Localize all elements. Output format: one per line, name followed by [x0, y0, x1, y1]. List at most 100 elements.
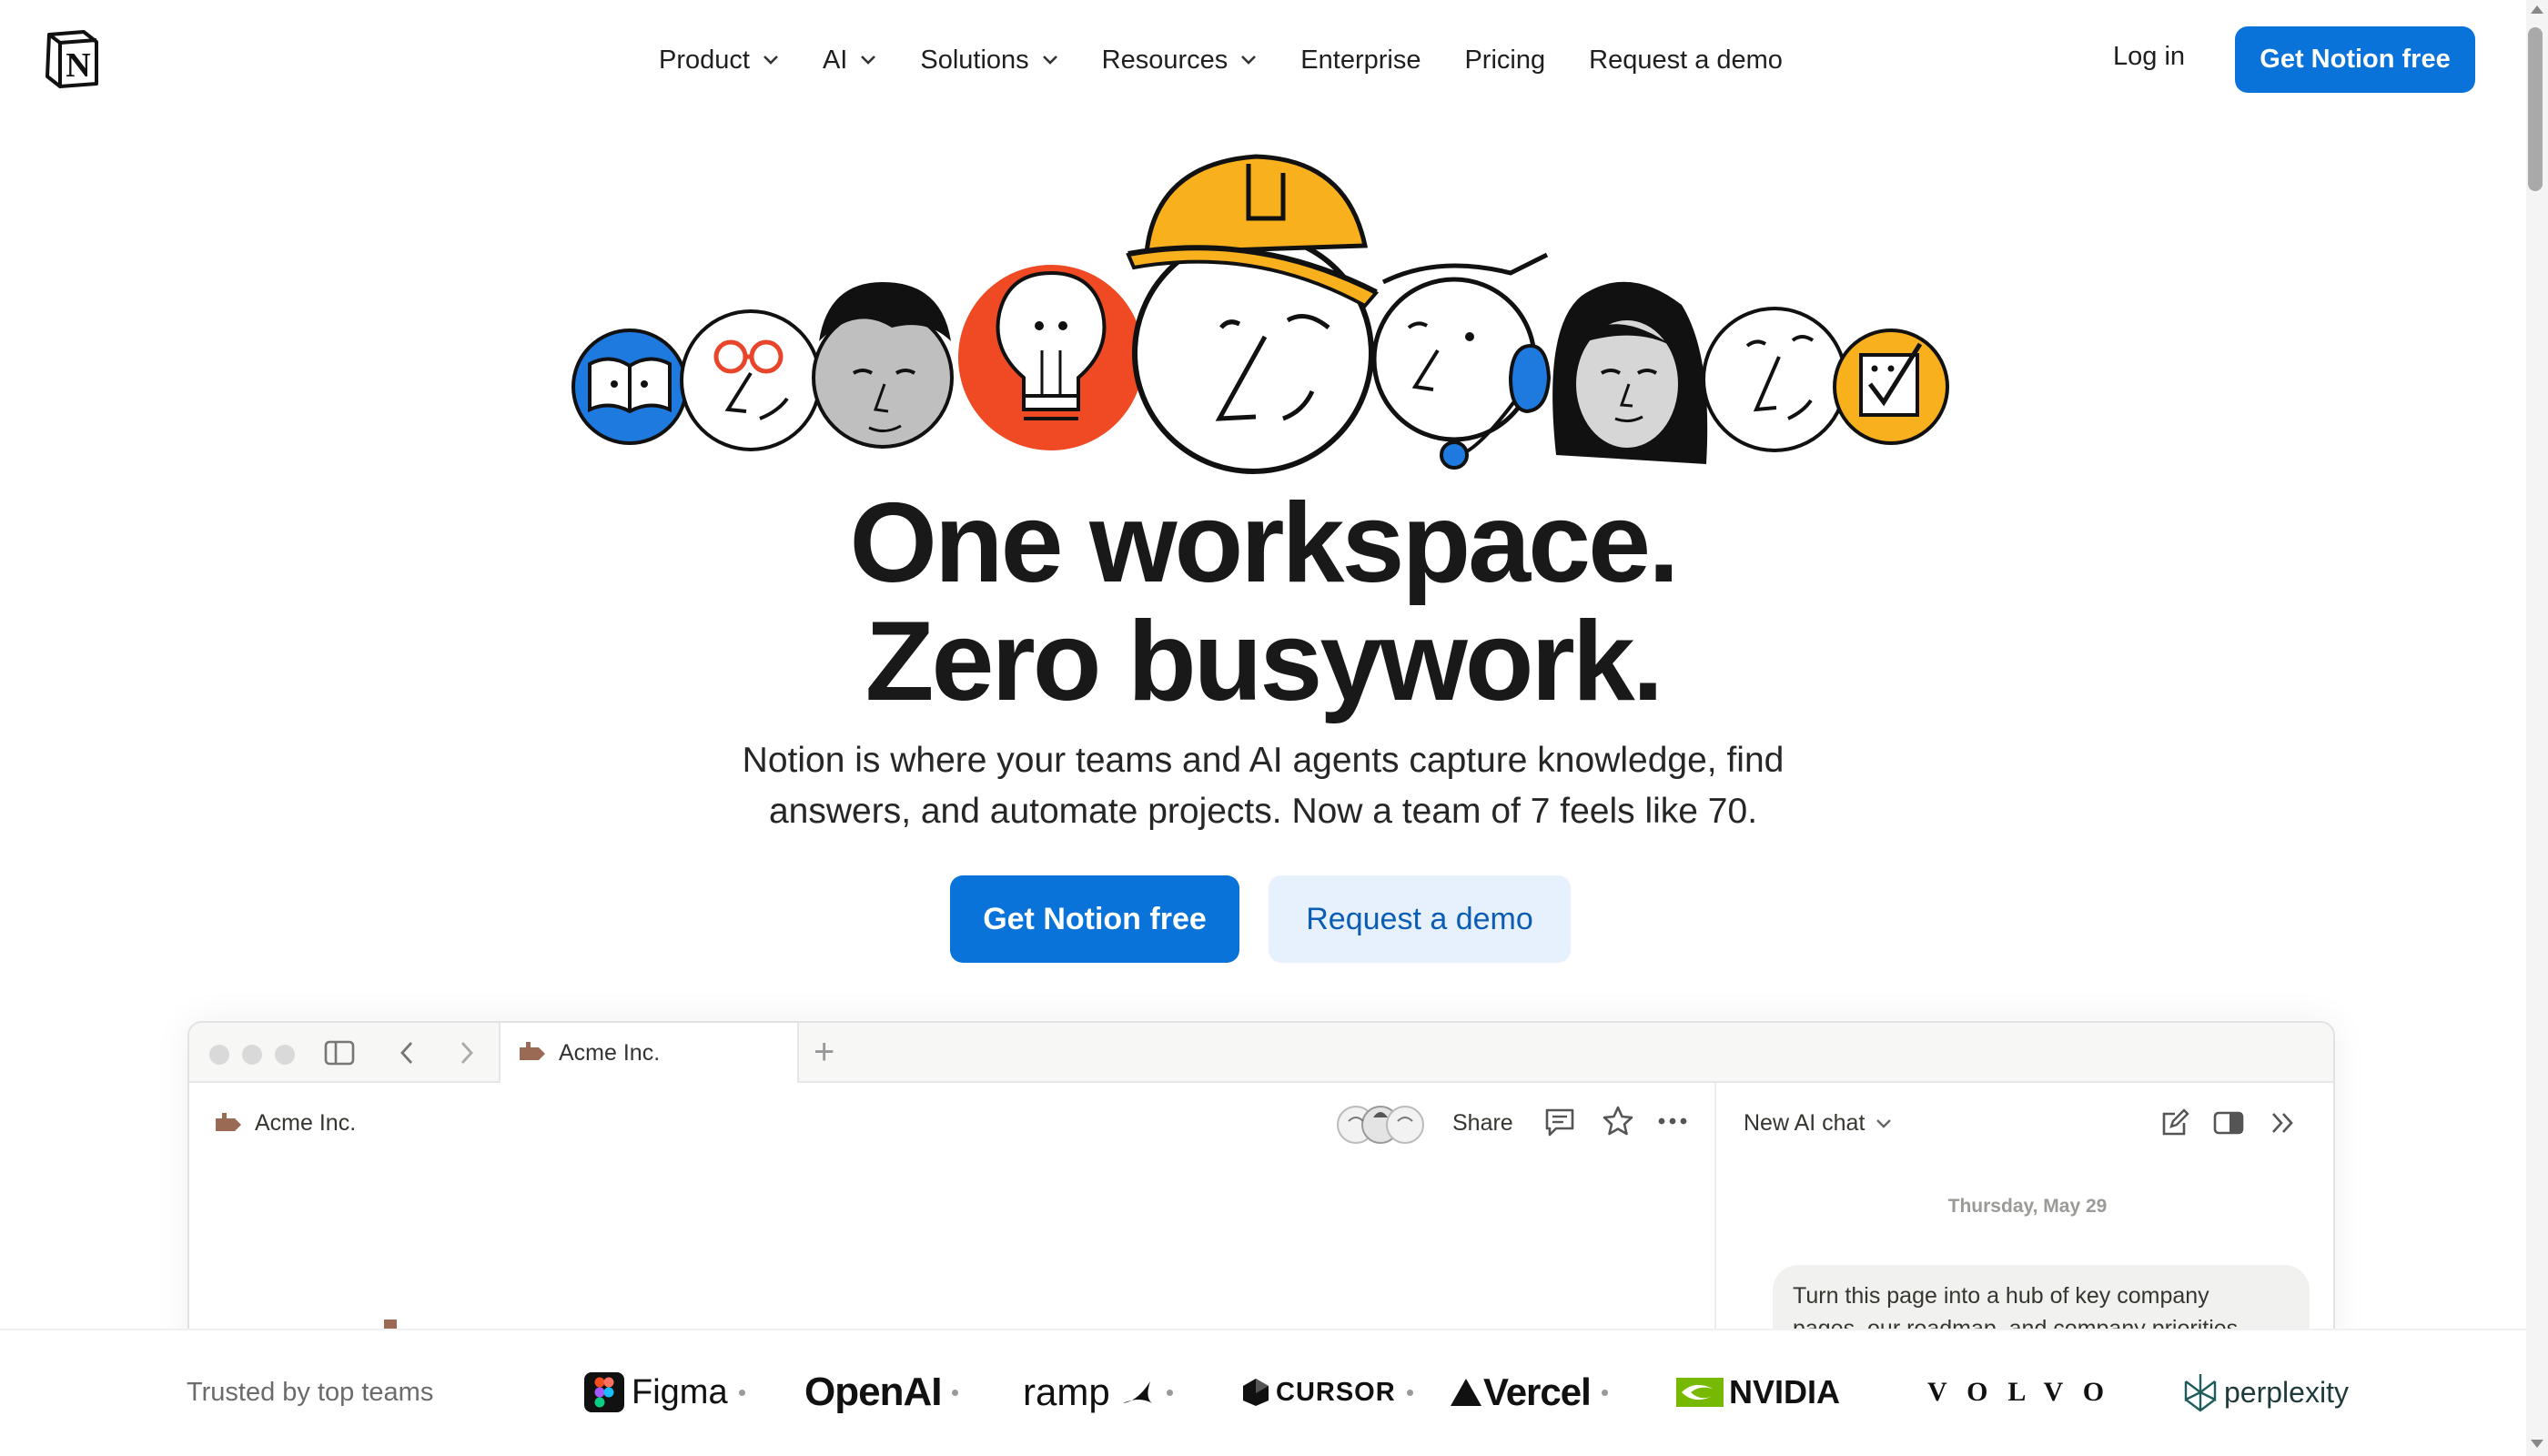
- sidebar-toggle-icon[interactable]: [324, 1039, 355, 1067]
- chevron-down-icon: [861, 56, 876, 65]
- hardhat-face-icon: [1126, 154, 1380, 474]
- breadcrumb-title: Acme Inc.: [255, 1110, 357, 1136]
- login-link[interactable]: Log in: [2113, 42, 2185, 72]
- chevron-down-icon: [1241, 56, 1257, 65]
- more-horizontal-icon[interactable]: [1656, 1110, 1689, 1132]
- chevron-left-icon[interactable]: [397, 1039, 417, 1067]
- glasses-face-icon: [680, 309, 822, 451]
- headline-line-2: Zero busywork.: [864, 599, 1663, 724]
- figma-icon: [584, 1372, 624, 1412]
- volvo-wordmark: VOLVO: [1927, 1377, 2125, 1407]
- double-chevron-right-icon[interactable]: [2270, 1110, 2297, 1136]
- chevron-down-icon: [1876, 1118, 1892, 1128]
- nav-pricing[interactable]: Pricing: [1464, 46, 1545, 76]
- nav-product-label: Product: [659, 45, 750, 75]
- main-nav: Product AI Solutions Resources Enterpris…: [659, 36, 1826, 84]
- separator-dot: [1601, 1389, 1608, 1396]
- volvo-logo: VOLVO: [1927, 1367, 2124, 1418]
- scroll-down-arrow-icon[interactable]: [2531, 1440, 2543, 1448]
- comment-icon[interactable]: [1543, 1107, 1576, 1138]
- share-button[interactable]: Share: [1452, 1110, 1513, 1137]
- perplexity-icon: [2184, 1374, 2217, 1412]
- figma-logo: Figma: [584, 1367, 745, 1418]
- compose-icon[interactable]: [2160, 1108, 2189, 1138]
- lightbulb-icon: [958, 265, 1144, 450]
- scroll-up-arrow-icon[interactable]: [2531, 5, 2543, 14]
- nav-enterprise-label: Enterprise: [1300, 45, 1421, 75]
- cursor-logo: CURSOR: [1241, 1367, 1413, 1418]
- woman-face-icon: [1552, 281, 1708, 464]
- vercel-wordmark: Vercel: [1483, 1370, 1592, 1413]
- subtitle-line-1: Notion is where your teams and AI agents…: [742, 741, 1785, 780]
- page-scrollbar[interactable]: [2526, 0, 2548, 1456]
- ramp-logo: ramp: [1023, 1367, 1173, 1418]
- figma-wordmark: Figma: [632, 1372, 728, 1411]
- ai-chat-title-dropdown[interactable]: New AI chat: [1744, 1110, 1892, 1137]
- svg-text:N: N: [66, 46, 90, 85]
- separator-dot: [738, 1389, 745, 1396]
- subtitle-line-2: answers, and automate projects. Now a te…: [768, 792, 1758, 831]
- nav-solutions-label: Solutions: [920, 45, 1029, 75]
- window-minimize-dot[interactable]: [242, 1045, 262, 1065]
- nav-solutions[interactable]: Solutions: [920, 46, 1057, 76]
- scrollbar-thumb[interactable]: [2528, 27, 2543, 191]
- window-close-dot[interactable]: [209, 1045, 229, 1065]
- ramp-wordmark: ramp: [1023, 1370, 1110, 1413]
- separator-dot: [952, 1389, 959, 1396]
- nav-pricing-label: Pricing: [1464, 45, 1546, 75]
- headset-face-icon: [1371, 252, 1552, 470]
- new-tab-icon[interactable]: +: [814, 1034, 834, 1070]
- nav-request-demo[interactable]: Request a demo: [1589, 46, 1783, 76]
- window-titlebar: Acme Inc. +: [189, 1023, 2333, 1083]
- hero-get-notion-free-button[interactable]: Get Notion free: [950, 875, 1239, 963]
- curly-hair-face-icon: [812, 282, 954, 449]
- separator-dot: [1406, 1389, 1413, 1396]
- headline-line-1: One workspace.: [849, 480, 1679, 606]
- collaborator-avatars[interactable]: [1330, 1097, 1431, 1150]
- nav-enterprise[interactable]: Enterprise: [1300, 46, 1421, 76]
- vercel-logo: Vercel: [1449, 1367, 1608, 1418]
- hero-request-demo-button[interactable]: Request a demo: [1269, 875, 1571, 963]
- nav-resources[interactable]: Resources: [1102, 46, 1258, 76]
- vercel-triangle-icon: [1451, 1379, 1481, 1406]
- signpost-icon: [520, 1042, 545, 1060]
- separator-dot: [1166, 1389, 1173, 1396]
- notion-logo-icon[interactable]: N: [44, 29, 100, 89]
- hero-illustration: [571, 154, 1949, 474]
- window-zoom-dot[interactable]: [275, 1045, 295, 1065]
- cursor-wordmark: CURSOR: [1276, 1377, 1396, 1407]
- nvidia-wordmark: NVIDIA: [1729, 1373, 1841, 1410]
- chevron-down-icon: [763, 56, 778, 65]
- nav-request-demo-label: Request a demo: [1589, 45, 1783, 75]
- perplexity-logo: perplexity: [2182, 1367, 2349, 1418]
- tab-acme[interactable]: Acme Inc.: [499, 1023, 799, 1083]
- site-header: N Product AI Solutions Resources Enterpr…: [0, 0, 2548, 120]
- nvidia-eye-icon: [1676, 1378, 1724, 1407]
- hero-subtitle: Notion is where your teams and AI agents…: [672, 735, 1855, 837]
- panel-icon[interactable]: [2213, 1110, 2244, 1136]
- ai-message-line-1: Turn this page into a hub of key company: [1793, 1283, 2209, 1309]
- book-icon: [571, 329, 688, 445]
- hero-headline: One workspace. Zero busywork.: [0, 484, 2526, 721]
- openai-logo: OpenAI: [804, 1367, 959, 1418]
- checkbox-icon: [1833, 329, 1949, 445]
- nav-resources-label: Resources: [1101, 45, 1228, 75]
- trusted-by-label: Trusted by top teams: [187, 1378, 434, 1407]
- star-icon[interactable]: [1602, 1105, 1634, 1138]
- tab-title: Acme Inc.: [559, 1039, 661, 1066]
- signpost-icon: [216, 1112, 241, 1131]
- ai-chat-title: New AI chat: [1744, 1110, 1866, 1136]
- ramp-icon: [1122, 1381, 1152, 1403]
- breadcrumb[interactable]: Acme Inc.: [215, 1110, 356, 1137]
- nav-product[interactable]: Product: [659, 46, 779, 76]
- plain-face-icon: [1702, 307, 1847, 452]
- customer-logo-bar: Trusted by top teams Figma OpenAI ramp C…: [0, 1329, 2526, 1456]
- nav-ai[interactable]: AI: [823, 46, 876, 76]
- nav-ai-label: AI: [822, 45, 848, 75]
- ai-chat-date: Thursday, May 29: [1947, 1196, 2108, 1217]
- cursor-icon: [1243, 1379, 1269, 1406]
- nvidia-logo: NVIDIA: [1676, 1367, 1840, 1418]
- chevron-down-icon: [1042, 56, 1057, 65]
- chevron-right-icon[interactable]: [457, 1039, 477, 1067]
- get-notion-free-button[interactable]: Get Notion free: [2235, 26, 2475, 93]
